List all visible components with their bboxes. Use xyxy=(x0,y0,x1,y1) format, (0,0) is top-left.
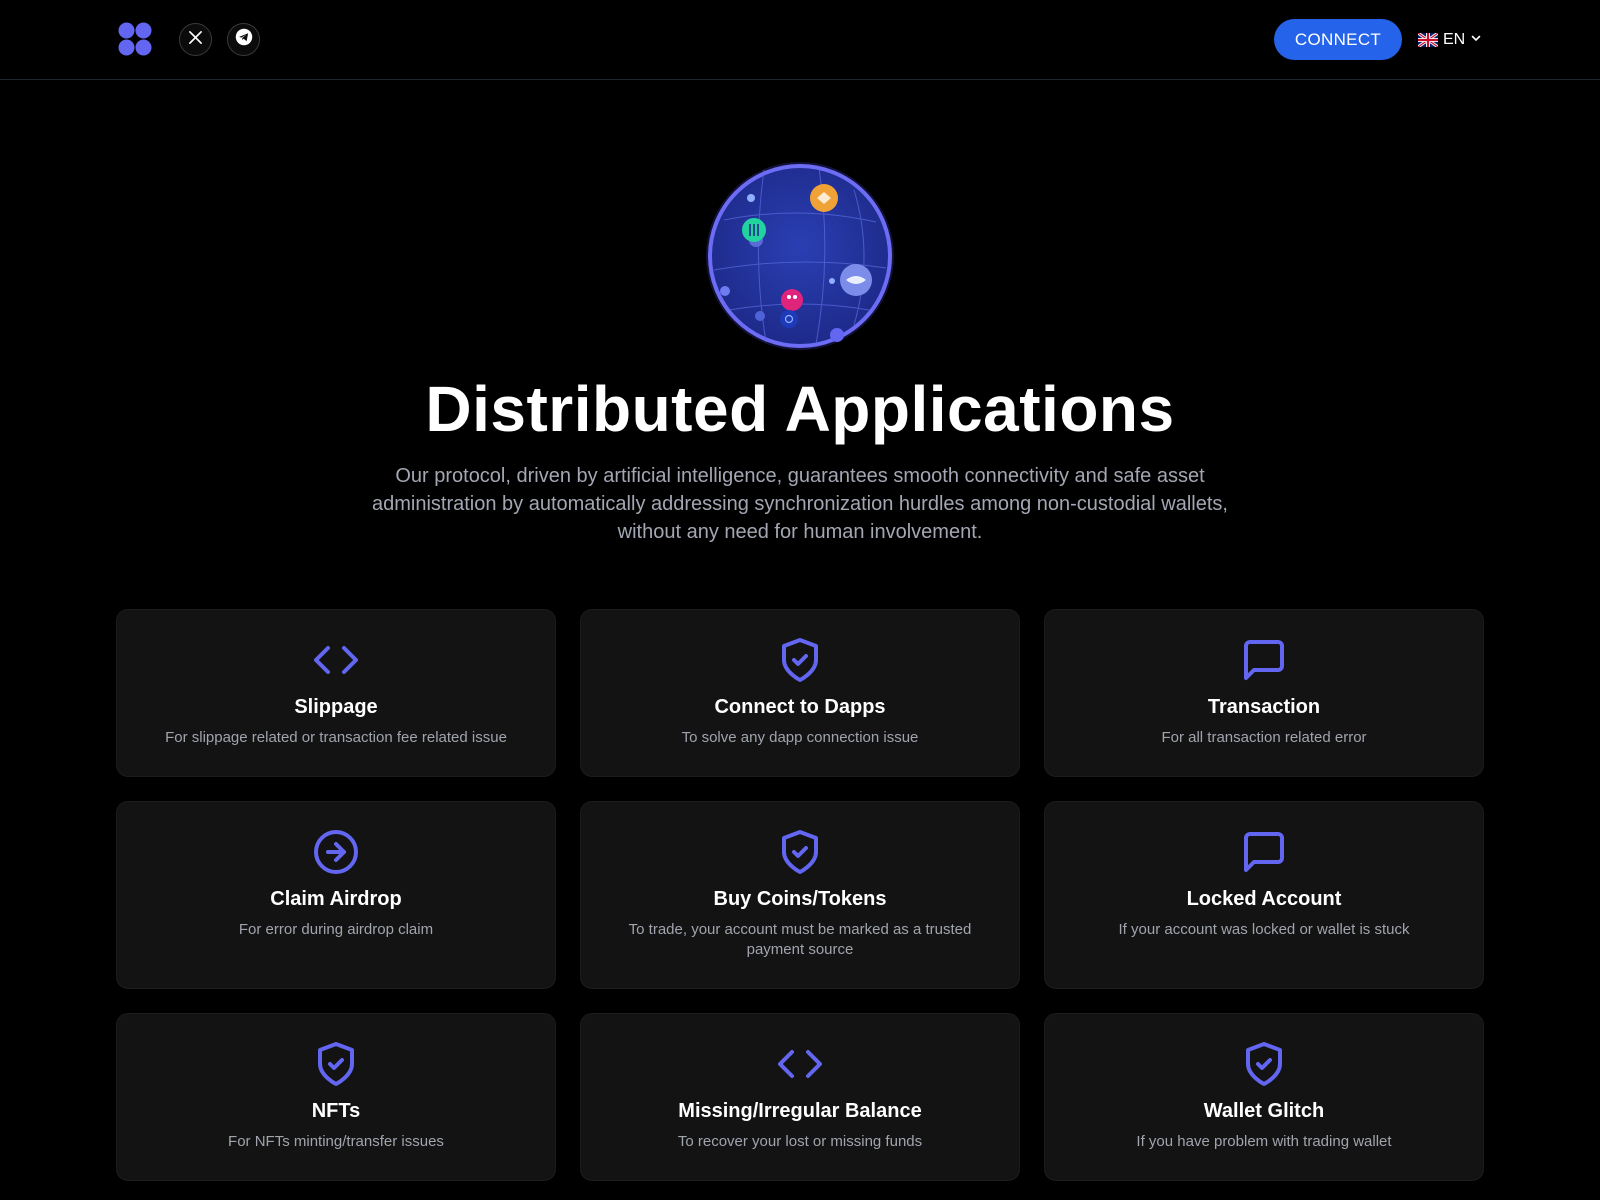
arrow-right-circle-icon xyxy=(312,828,360,876)
card-title: NFTs xyxy=(311,1100,361,1122)
card-description: For error during airdrop claim xyxy=(238,921,434,938)
card-title: Buy Coins/Tokens xyxy=(713,888,887,910)
shield-check-icon xyxy=(312,1040,360,1088)
hero-subtitle: Our protocol, driven by artificial intel… xyxy=(371,465,1228,543)
uk-flag-icon xyxy=(1417,31,1439,49)
card-description: To recover your lost or missing funds xyxy=(677,1133,923,1150)
dapps-globe-icon xyxy=(704,160,896,352)
card-title: Claim Airdrop xyxy=(270,888,402,910)
telegram-social-button[interactable] xyxy=(227,23,260,56)
card-missing-irregular-balance[interactable]: Missing/Irregular Balance To recover you… xyxy=(580,1013,1020,1181)
card-description: If your account was locked or wallet is … xyxy=(1118,921,1410,938)
card-title: Missing/Irregular Balance xyxy=(678,1100,922,1122)
shield-check-icon xyxy=(1240,1040,1288,1088)
card-nfts[interactable]: NFTs For NFTs minting/transfer issues xyxy=(116,1013,556,1181)
top-navbar: CONNECT EN xyxy=(0,0,1600,80)
language-code: EN xyxy=(1443,31,1466,48)
card-claim-airdrop[interactable]: Claim Airdrop For error during airdrop c… xyxy=(116,801,556,989)
service-cards-grid: Slippage For slippage related or transac… xyxy=(116,609,1484,1181)
card-title: Slippage xyxy=(294,696,378,718)
chevron-down-icon xyxy=(1470,31,1482,49)
card-description: For slippage related or transaction fee … xyxy=(165,729,507,746)
code-icon xyxy=(776,1040,824,1088)
card-description: For NFTs minting/transfer issues xyxy=(228,1133,444,1150)
x-icon xyxy=(188,30,203,50)
card-wallet-glitch[interactable]: Wallet Glitch If you have problem with t… xyxy=(1044,1013,1484,1181)
x-social-button[interactable] xyxy=(179,23,212,56)
card-transaction[interactable]: Transaction For all transaction related … xyxy=(1044,609,1484,777)
card-connect-to-dapps[interactable]: Connect to Dapps To solve any dapp conne… xyxy=(580,609,1020,777)
code-icon xyxy=(312,636,360,684)
card-description: To trade, your account must be marked as… xyxy=(628,921,972,958)
card-description: If you have problem with trading wallet xyxy=(1136,1133,1392,1150)
card-slippage[interactable]: Slippage For slippage related or transac… xyxy=(116,609,556,777)
message-square-icon xyxy=(1240,636,1288,684)
page-title: Distributed Applications xyxy=(425,373,1175,445)
card-title: Transaction xyxy=(1207,696,1321,718)
card-description: For all transaction related error xyxy=(1161,729,1367,746)
connect-button[interactable]: CONNECT xyxy=(1274,19,1402,60)
card-title: Wallet Glitch xyxy=(1203,1100,1325,1122)
card-title: Connect to Dapps xyxy=(714,696,886,718)
card-description: To solve any dapp connection issue xyxy=(681,729,919,746)
language-selector[interactable]: EN xyxy=(1417,28,1482,52)
card-title: Locked Account xyxy=(1186,888,1342,910)
card-buy-coins-tokens[interactable]: Buy Coins/Tokens To trade, your account … xyxy=(580,801,1020,989)
shield-check-icon xyxy=(776,636,824,684)
telegram-icon xyxy=(235,28,253,51)
four-dots-logo-icon[interactable] xyxy=(118,22,152,56)
message-square-icon xyxy=(1240,828,1288,876)
card-locked-account[interactable]: Locked Account If your account was locke… xyxy=(1044,801,1484,989)
shield-check-icon xyxy=(776,828,824,876)
